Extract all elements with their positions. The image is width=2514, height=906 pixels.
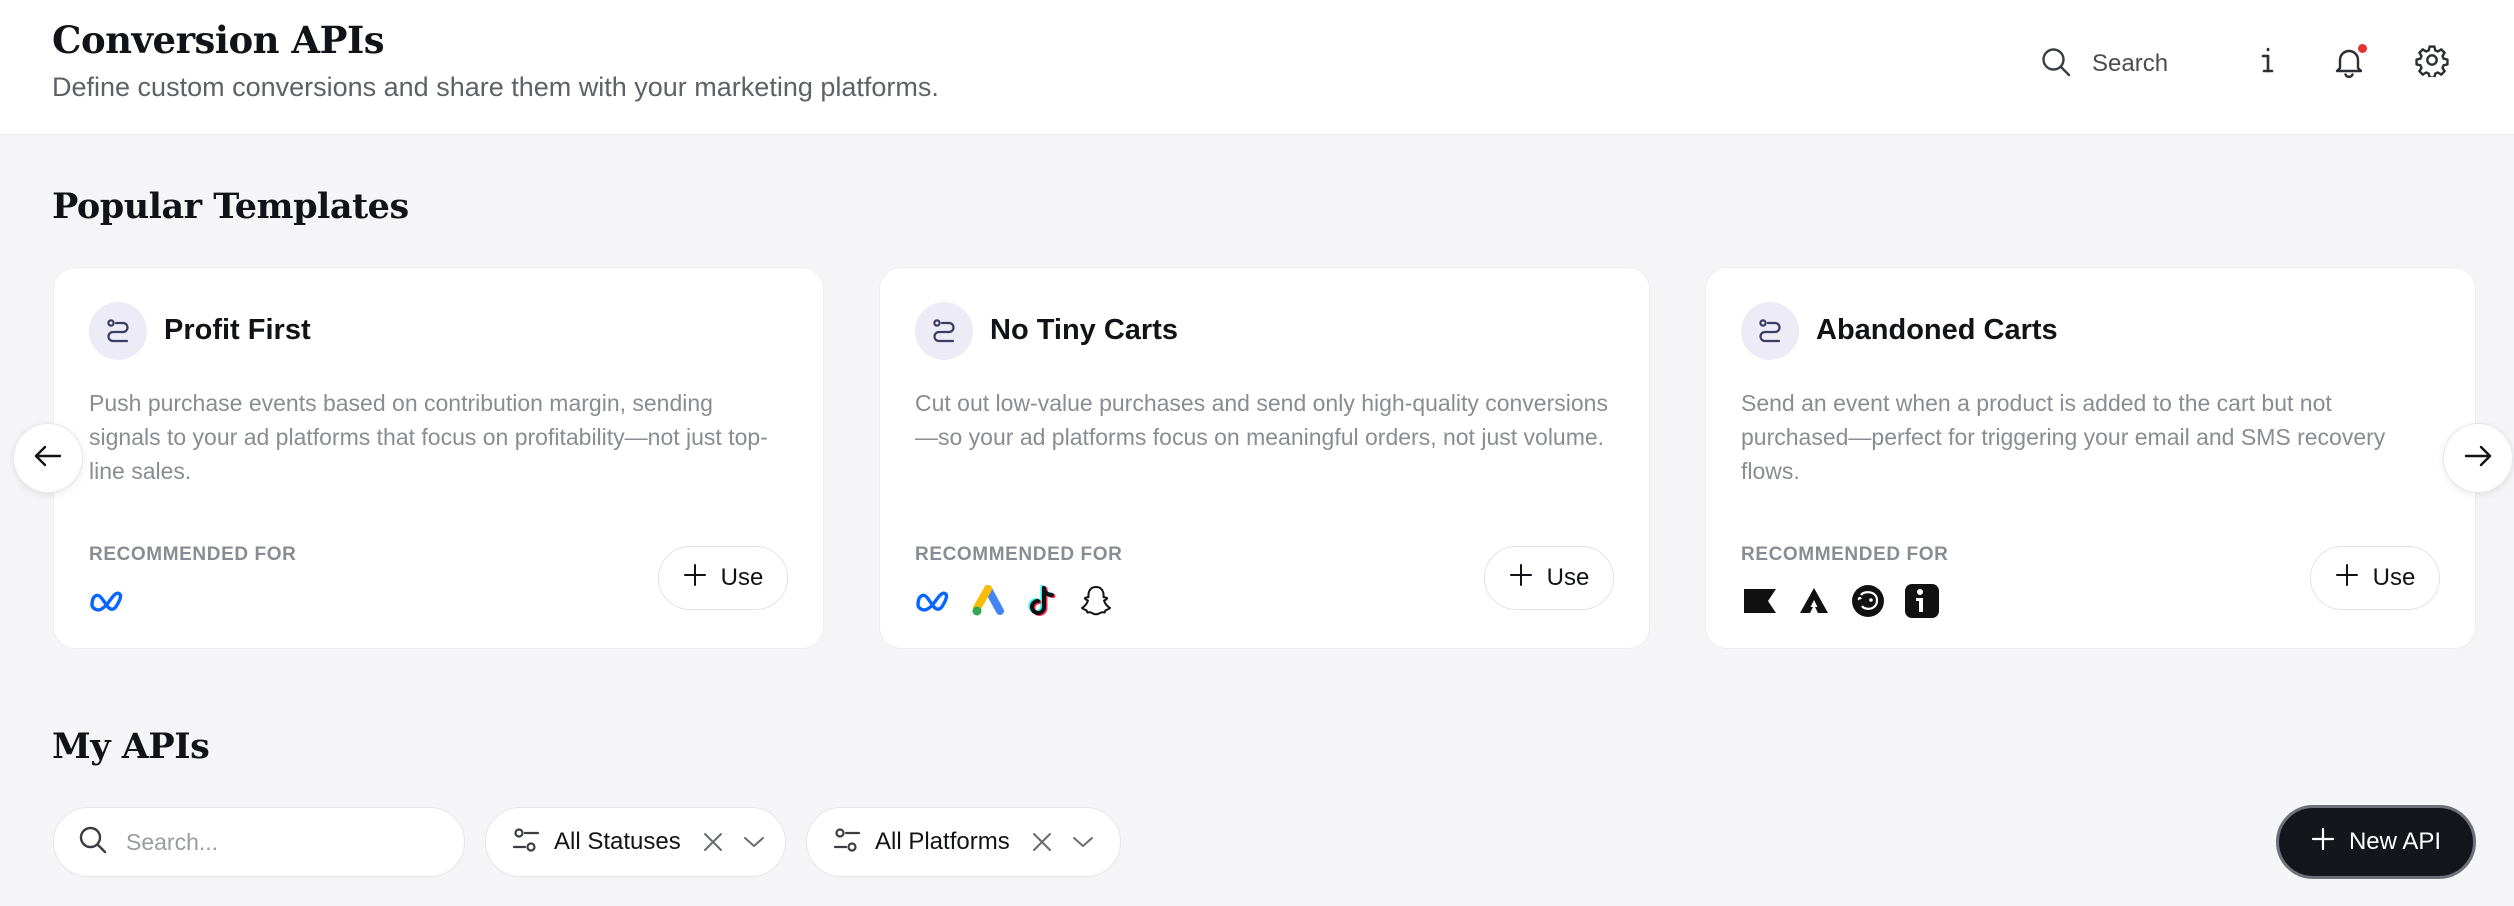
info-icon (2258, 45, 2278, 80)
iterable-icon (1903, 582, 1941, 620)
card-description: Push purchase events based on contributi… (89, 390, 768, 484)
page-title: Conversion APIs (52, 18, 385, 62)
new-api-button[interactable]: New API (2276, 805, 2476, 879)
carousel-prev-button[interactable] (13, 423, 83, 493)
chevron-down-icon (1072, 835, 1094, 849)
close-icon[interactable] (1032, 832, 1052, 852)
plus-icon (683, 563, 707, 594)
card-description: Cut out low-value purchases and send onl… (915, 390, 1608, 450)
use-button-label: Use (2372, 564, 2416, 591)
page-header: Conversion APIs Define custom conversion… (0, 0, 2514, 135)
recommended-label: RECOMMENDED FOR (1741, 544, 1949, 565)
header-search-label: Search (2092, 50, 2169, 77)
recommended-platforms (915, 581, 1115, 621)
header-search[interactable]: Search (2040, 44, 2168, 84)
page-subtitle: Define custom conversions and share them… (52, 72, 939, 102)
use-button-label: Use (1546, 564, 1590, 591)
snapchat-icon (1077, 582, 1115, 620)
klaviyo-flag-icon (1741, 582, 1779, 620)
recommended-label: RECOMMENDED FOR (915, 544, 1123, 565)
filter-sliders-icon (512, 827, 540, 858)
recommended-label: RECOMMENDED FOR (89, 544, 297, 565)
mailchimp-icon (1849, 582, 1887, 620)
status-filter-label: All Statuses (554, 828, 681, 855)
api-search-input[interactable] (126, 828, 426, 856)
template-card-profit-first: Profit First Push purchase events based … (53, 267, 824, 649)
template-route-icon (1741, 302, 1799, 360)
popular-templates-title: Popular Templates (52, 186, 409, 227)
card-description: Send an event when a product is added to… (1741, 390, 2386, 484)
status-filter-dropdown[interactable]: All Statuses (485, 807, 786, 877)
use-template-button[interactable]: Use (658, 546, 788, 610)
notifications-button[interactable] (2327, 40, 2371, 84)
my-apis-title: My APIs (52, 726, 210, 767)
tiktok-icon (1023, 582, 1061, 620)
api-search-box (53, 807, 465, 877)
card-title: No Tiny Carts (990, 314, 1179, 346)
carousel-next-button[interactable] (2443, 423, 2513, 493)
close-icon[interactable] (703, 832, 723, 852)
attentive-icon (1795, 582, 1833, 620)
use-template-button[interactable]: Use (2310, 546, 2440, 610)
settings-button[interactable] (2410, 40, 2454, 84)
notification-dot (2358, 44, 2367, 53)
info-button[interactable] (2246, 40, 2290, 84)
new-api-label: New API (2348, 828, 2442, 855)
template-card-no-tiny-carts: No Tiny Carts Cut out low-value purchase… (879, 267, 1650, 649)
meta-icon (89, 582, 127, 620)
recommended-platforms (89, 581, 127, 621)
bell-icon (2331, 44, 2367, 80)
plus-icon (1509, 563, 1533, 594)
card-title: Profit First (164, 314, 311, 346)
template-route-icon (89, 302, 147, 360)
recommended-platforms (1741, 581, 1941, 621)
platform-filter-label: All Platforms (875, 828, 1010, 855)
arrow-right-icon (2463, 444, 2493, 473)
platform-filter-dropdown[interactable]: All Platforms (806, 807, 1121, 877)
use-button-label: Use (720, 564, 764, 591)
meta-icon (915, 582, 953, 620)
arrow-left-icon (33, 444, 63, 473)
gear-icon (2415, 43, 2449, 82)
template-card-abandoned-carts: Abandoned Carts Send an event when a pro… (1705, 267, 2476, 649)
search-icon (78, 825, 108, 860)
search-icon (2040, 46, 2072, 83)
card-title: Abandoned Carts (1816, 314, 2058, 346)
template-route-icon (915, 302, 973, 360)
google-ads-icon (969, 582, 1007, 620)
filter-sliders-icon (833, 827, 861, 858)
plus-icon (2311, 827, 2335, 858)
plus-icon (2335, 563, 2359, 594)
use-template-button[interactable]: Use (1484, 546, 1614, 610)
chevron-down-icon (743, 835, 765, 849)
